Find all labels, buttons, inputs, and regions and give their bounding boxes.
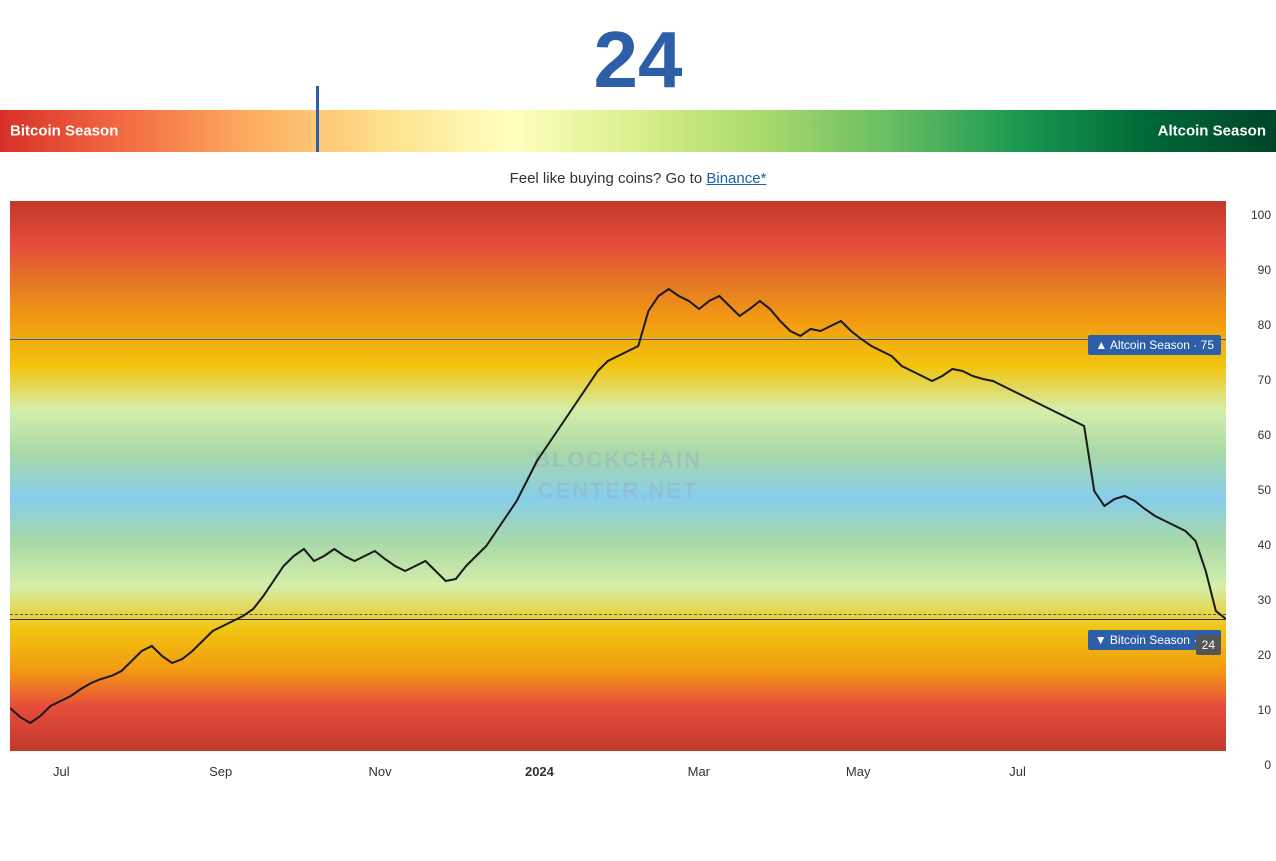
y-tick-70: 70 — [1258, 373, 1271, 387]
x-label-jul1: Jul — [53, 764, 70, 779]
x-label-2024: 2024 — [525, 764, 554, 779]
x-label-sep: Sep — [209, 764, 232, 779]
y-tick-40: 40 — [1258, 538, 1271, 552]
x-label-may: May — [846, 764, 871, 779]
y-tick-20: 20 — [1258, 648, 1271, 662]
altcoin-season-badge: ▲ Altcoin Season · 75 — [1088, 335, 1221, 355]
promo-prefix: Feel like buying coins? Go to — [510, 170, 707, 187]
y-tick-100: 100 — [1251, 208, 1271, 222]
y-tick-10: 10 — [1258, 703, 1271, 717]
y-tick-80: 80 — [1258, 318, 1271, 332]
y-tick-60: 60 — [1258, 428, 1271, 442]
chart-wrapper: BLOCKCHAINCENTER.NET 100 90 80 70 60 50 … — [0, 201, 1276, 791]
score-value: 24 — [0, 20, 1276, 100]
x-label-jul2: Jul — [1009, 764, 1026, 779]
bitcoin-season-label: Bitcoin Season — [10, 123, 118, 140]
gradient-bar — [0, 110, 1276, 152]
binance-link[interactable]: Binance* — [706, 170, 766, 187]
chart-area: BLOCKCHAINCENTER.NET — [10, 201, 1226, 751]
altcoin-season-label: Altcoin Season — [1158, 123, 1266, 140]
score-container: 24 — [0, 0, 1276, 110]
promo-text: Feel like buying coins? Go to Binance* — [0, 152, 1276, 201]
score-indicator-line — [316, 86, 319, 110]
y-tick-0: 0 — [1264, 758, 1271, 772]
gradient-bar-pointer — [316, 110, 319, 152]
chart-svg — [10, 201, 1226, 751]
y-axis: 100 90 80 70 60 50 40 30 20 10 0 — [1226, 201, 1276, 751]
y-tick-30: 30 — [1258, 593, 1271, 607]
x-axis: Jul Sep Nov 2024 Mar May Jul — [0, 751, 1226, 791]
current-value-badge: 24 — [1196, 635, 1221, 655]
y-tick-50: 50 — [1258, 483, 1271, 497]
x-label-mar: Mar — [688, 764, 710, 779]
gradient-bar-wrapper: Bitcoin Season Altcoin Season — [0, 110, 1276, 152]
y-tick-90: 90 — [1258, 263, 1271, 277]
x-label-nov: Nov — [368, 764, 391, 779]
